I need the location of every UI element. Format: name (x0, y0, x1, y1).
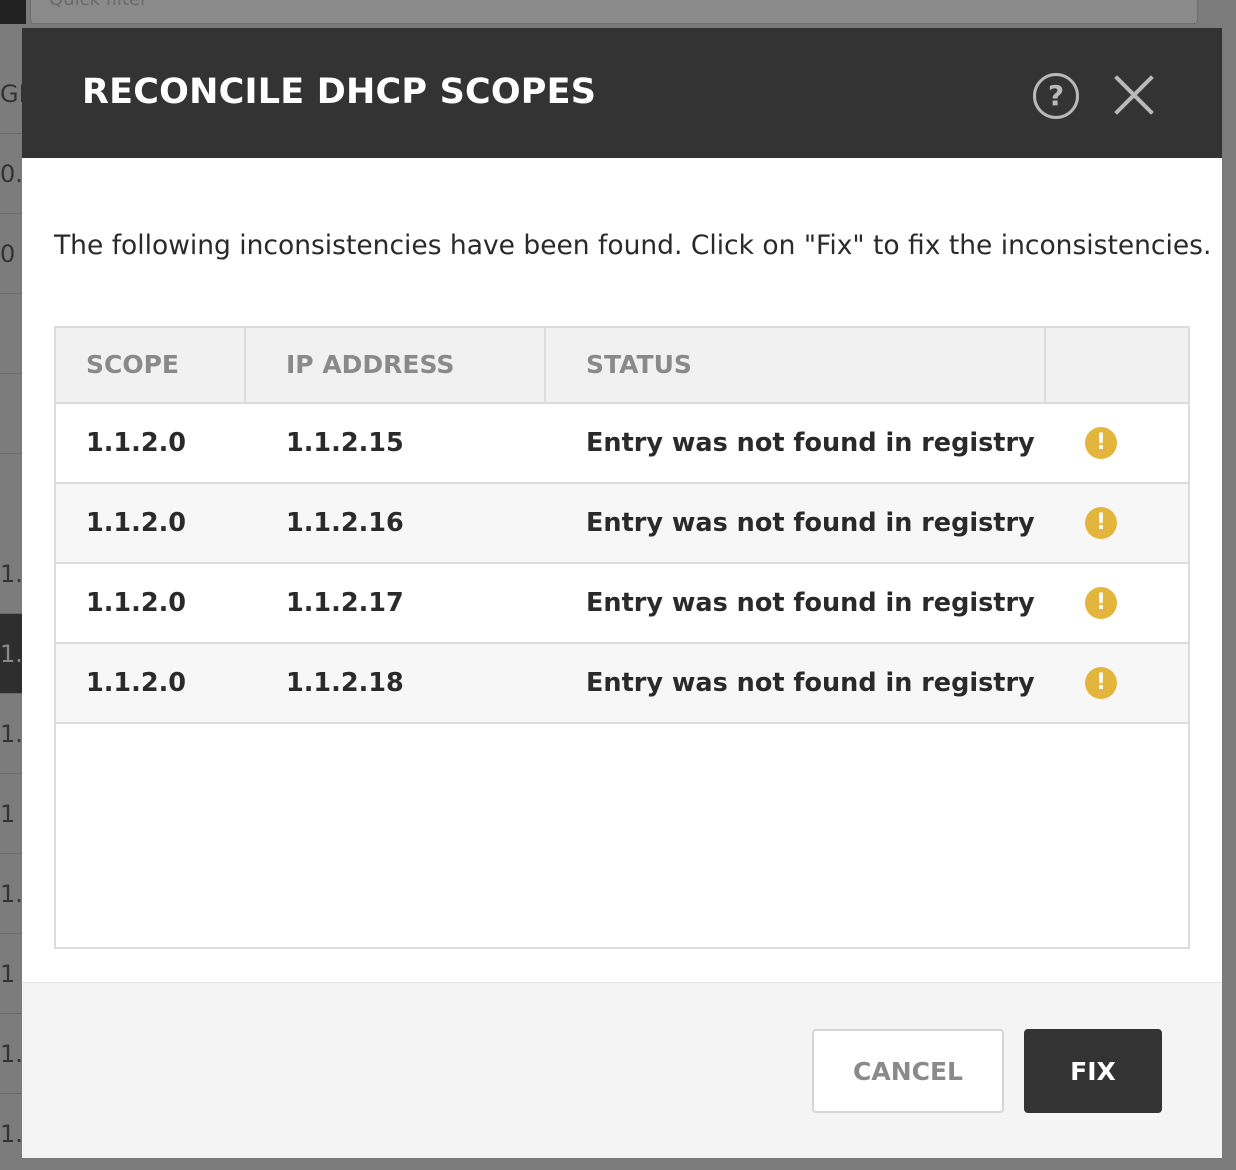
cell-scope: 1.1.2.0 (86, 428, 187, 458)
background-row: 1.1 (0, 534, 22, 614)
table-row[interactable]: 1.1.2.0 1.1.2.18 Entry was not found in … (56, 644, 1188, 724)
table-row[interactable]: 1.1.2.0 1.1.2.16 Entry was not found in … (56, 484, 1188, 564)
cell-status: Entry was not found in registry (586, 668, 1035, 698)
dialog-title: RECONCILE DHCP SCOPES (82, 72, 597, 112)
dialog-footer: CANCEL FIX (22, 982, 1222, 1158)
warning-icon: ! (1085, 507, 1117, 539)
help-icon[interactable]: ? (1033, 73, 1079, 119)
column-header-ip-address[interactable]: IP ADDRESS (246, 328, 546, 402)
column-header-status[interactable]: STATUS (546, 328, 1046, 402)
background-row (0, 294, 22, 374)
column-header-scope[interactable]: SCOPE (56, 328, 246, 402)
background-header-fragment: GE (0, 54, 22, 134)
background-row: 1.1 (0, 694, 22, 774)
warning-icon: ! (1085, 427, 1117, 459)
dialog-message: The following inconsistencies have been … (54, 230, 1212, 261)
dialog-header: RECONCILE DHCP SCOPES ? (22, 28, 1222, 158)
background-quick-filter: Quick filter (30, 0, 1198, 24)
close-icon[interactable] (1111, 72, 1157, 118)
background-row: 1 (0, 934, 22, 1014)
reconcile-dhcp-scopes-dialog: RECONCILE DHCP SCOPES ? The following in… (22, 28, 1222, 1158)
cancel-button[interactable]: CANCEL (812, 1029, 1004, 1113)
cell-scope: 1.1.2.0 (86, 668, 187, 698)
cell-ip-address: 1.1.2.18 (286, 668, 404, 698)
background-quick-filter-placeholder: Quick filter (49, 0, 148, 10)
cell-ip-address: 1.1.2.17 (286, 588, 404, 618)
background-row (0, 374, 22, 454)
background-row: 0.0 (0, 134, 22, 214)
background-row: 1.1 (0, 854, 22, 934)
background-row: 1 (0, 774, 22, 854)
cell-status: Entry was not found in registry (586, 588, 1035, 618)
background-corner (0, 0, 26, 24)
fix-button[interactable]: FIX (1024, 1029, 1162, 1113)
cell-status: Entry was not found in registry (586, 428, 1035, 458)
background-row: 0 (0, 214, 22, 294)
table-row[interactable]: 1.1.2.0 1.1.2.15 Entry was not found in … (56, 404, 1188, 484)
inconsistencies-table: SCOPE IP ADDRESS STATUS 1.1.2.0 1.1.2.15… (54, 326, 1190, 949)
cell-scope: 1.1.2.0 (86, 508, 187, 538)
warning-icon: ! (1085, 587, 1117, 619)
cell-scope: 1.1.2.0 (86, 588, 187, 618)
table-row[interactable]: 1.1.2.0 1.1.2.17 Entry was not found in … (56, 564, 1188, 644)
table-header: SCOPE IP ADDRESS STATUS (56, 328, 1188, 404)
column-header-icon (1046, 328, 1188, 402)
background-row: 1.1 (0, 1014, 22, 1094)
background-row: 1.1 (0, 1094, 22, 1170)
cell-status: Entry was not found in registry (586, 508, 1035, 538)
background-row-selected: 1.1 (0, 614, 22, 694)
warning-icon: ! (1085, 667, 1117, 699)
cell-ip-address: 1.1.2.15 (286, 428, 404, 458)
background-table-strip: GE 0.0 0 1.1 1.1 1.1 1 1.1 1 1.1 1.1 (0, 28, 22, 1170)
cell-ip-address: 1.1.2.16 (286, 508, 404, 538)
